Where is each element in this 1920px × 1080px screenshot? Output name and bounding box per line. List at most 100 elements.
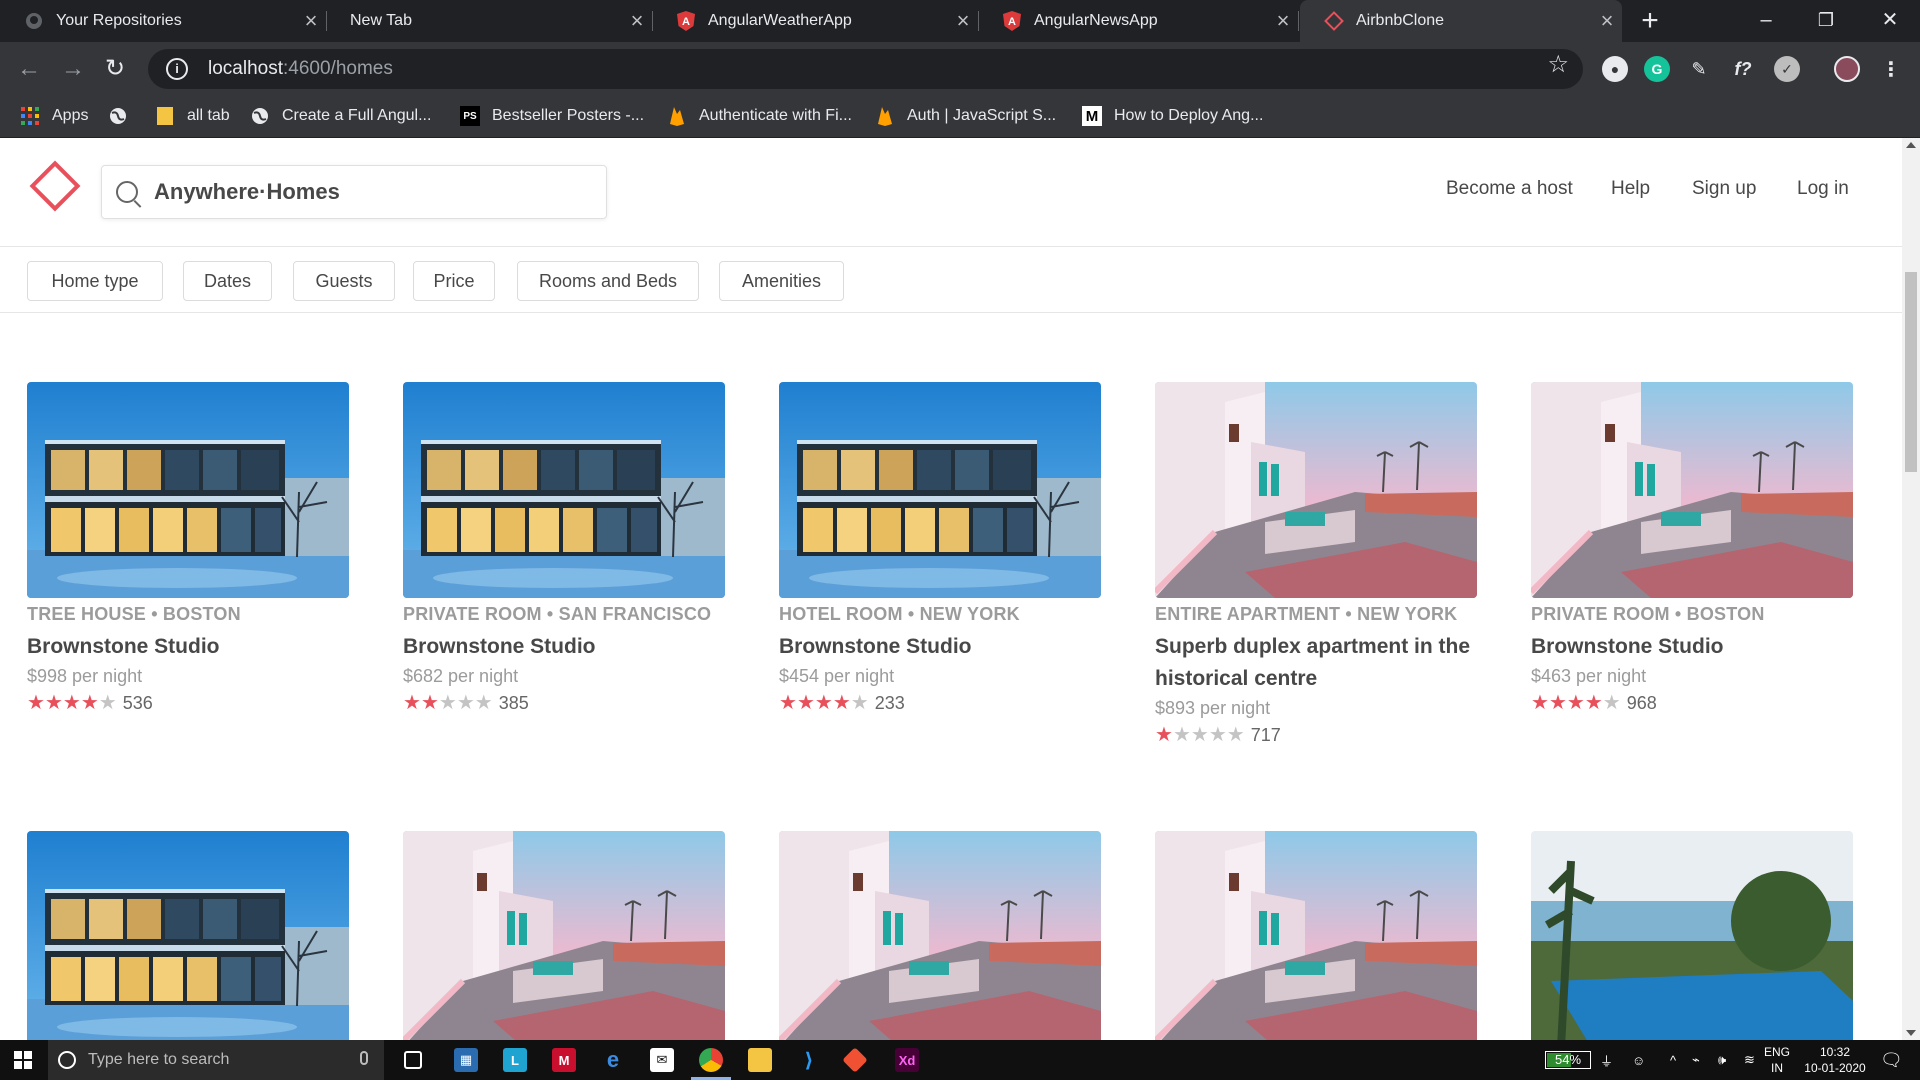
scrollbar-thumb[interactable]	[1905, 272, 1917, 472]
listing-card[interactable]: ENTIRE APARTMENT • NEW YORK Superb duplex…	[1155, 382, 1477, 749]
power-plug-icon[interactable]: ⏚	[1600, 1040, 1613, 1080]
mcafee-icon[interactable]: M	[552, 1048, 576, 1072]
volume-icon[interactable]: 🕪	[1718, 1040, 1726, 1080]
browser-menu-icon[interactable]: ⋮	[1878, 56, 1904, 82]
listing-title[interactable]: Brownstone Studio	[779, 631, 1101, 663]
microphone-icon[interactable]	[360, 1051, 368, 1065]
search-bar[interactable]: Anywhere·Homes	[101, 165, 607, 219]
listing-card[interactable]	[1531, 831, 1853, 1040]
listing-photo[interactable]	[779, 831, 1101, 1040]
forward-button[interactable]: →	[56, 52, 90, 86]
tab-new-tab[interactable]: New Tab ×	[326, 0, 653, 42]
tab-angular-weather-app[interactable]: A AngularWeatherApp ×	[652, 0, 979, 42]
listing-photo[interactable]	[403, 831, 725, 1040]
l-app-icon[interactable]: L	[503, 1048, 527, 1072]
filter-home-type[interactable]: Home type	[27, 261, 163, 301]
extension-icon[interactable]: ✓	[1774, 56, 1800, 82]
listing-title[interactable]: Superb duplex apartment in the historica…	[1155, 631, 1477, 695]
back-button[interactable]: ←	[12, 52, 46, 86]
scroll-down-arrow-icon[interactable]	[1906, 1030, 1916, 1036]
show-hidden-icons-icon[interactable]: ^	[1670, 1040, 1676, 1080]
tab-your-repositories[interactable]: Your Repositories ×	[0, 0, 327, 42]
bookmark-create-angular[interactable]: Create a Full Angul...	[250, 96, 431, 136]
profile-avatar[interactable]	[1834, 56, 1860, 82]
close-tab-icon[interactable]: ×	[622, 8, 652, 34]
file-explorer-icon[interactable]	[748, 1048, 772, 1072]
battery-indicator[interactable]: 54%	[1545, 1051, 1591, 1069]
listing-photo[interactable]	[1155, 382, 1477, 598]
close-tab-icon[interactable]: ×	[948, 8, 978, 34]
close-tab-icon[interactable]: ×	[1592, 8, 1622, 34]
tab-airbnb-clone[interactable]: AirbnbClone ×	[1300, 0, 1622, 42]
listing-card[interactable]: PRIVATE ROOM • BOSTON Brownstone Studio $4…	[1531, 382, 1853, 717]
taskbar-search-box[interactable]: Type here to search	[48, 1040, 384, 1080]
scroll-up-arrow-icon[interactable]	[1906, 142, 1916, 148]
listing-photo[interactable]	[1531, 382, 1853, 598]
close-tab-icon[interactable]: ×	[296, 8, 326, 34]
listing-card[interactable]: PRIVATE ROOM • SAN FRANCISCO Brownstone S…	[403, 382, 725, 717]
grammarly-icon[interactable]: G	[1644, 56, 1670, 82]
bookmark-star-icon[interactable]: ☆	[1547, 53, 1569, 77]
notifications-icon[interactable]: 🗨	[1880, 1040, 1903, 1080]
reload-button[interactable]: ↻	[98, 52, 132, 86]
nav-become-a-host[interactable]: Become a host	[1446, 178, 1573, 200]
listing-title[interactable]: Brownstone Studio	[1531, 631, 1853, 663]
bookmark-bestseller-posters[interactable]: PS Bestseller Posters -...	[460, 96, 644, 136]
bookmark-all-tab[interactable]: all tab	[155, 96, 230, 136]
task-view-icon[interactable]	[404, 1051, 422, 1069]
listing-card[interactable]	[779, 831, 1101, 1040]
listing-card[interactable]	[403, 831, 725, 1040]
store-icon[interactable]: ▦	[454, 1048, 478, 1072]
tab-angular-news-app[interactable]: A AngularNewsApp ×	[978, 0, 1299, 42]
nav-log-in[interactable]: Log in	[1797, 178, 1849, 200]
filter-rooms-and-beds[interactable]: Rooms and Beds	[517, 261, 699, 301]
formula-extension-icon[interactable]: f?	[1730, 56, 1756, 82]
close-window-button[interactable]: ✕	[1860, 0, 1920, 42]
bookmark-globe[interactable]	[108, 96, 140, 136]
bookmark-deploy-angular[interactable]: M How to Deploy Ang...	[1082, 96, 1263, 136]
minimize-window-button[interactable]: –	[1736, 0, 1796, 42]
filter-price[interactable]: Price	[413, 261, 495, 301]
filter-dates[interactable]: Dates	[183, 261, 272, 301]
close-tab-icon[interactable]: ×	[1268, 8, 1298, 34]
vscode-icon[interactable]: ⟩	[797, 1048, 821, 1072]
chrome-icon[interactable]	[699, 1048, 723, 1072]
mail-icon[interactable]: ✉	[650, 1048, 674, 1072]
git-icon[interactable]	[842, 1047, 868, 1073]
restore-window-button[interactable]: ❐	[1796, 0, 1856, 42]
wifi-icon[interactable]: ≋	[1744, 1040, 1755, 1080]
pen-extension-icon[interactable]: ✎	[1686, 56, 1712, 82]
bookmark-auth-javascript[interactable]: Auth | JavaScript S...	[875, 96, 1056, 136]
nav-sign-up[interactable]: Sign up	[1692, 178, 1756, 200]
page-scrollbar[interactable]	[1902, 138, 1920, 1040]
logo-icon[interactable]	[29, 160, 81, 212]
filter-guests[interactable]: Guests	[293, 261, 395, 301]
site-info-icon[interactable]: i	[166, 58, 188, 80]
listing-photo[interactable]	[1531, 831, 1853, 1040]
listing-photo[interactable]	[403, 382, 725, 598]
new-tab-button[interactable]: +	[1633, 4, 1667, 38]
address-bar[interactable]: i localhost :4600/homes ☆	[148, 49, 1583, 89]
listing-title[interactable]: Brownstone Studio	[403, 631, 725, 663]
bookmark-apps[interactable]: Apps	[20, 96, 88, 136]
language-indicator[interactable]: ENG IN	[1762, 1044, 1792, 1076]
listing-card[interactable]	[27, 831, 349, 1040]
listing-photo[interactable]	[27, 382, 349, 598]
nav-help[interactable]: Help	[1611, 178, 1650, 200]
adobe-xd-icon[interactable]: Xd	[895, 1048, 919, 1072]
edge-icon[interactable]: e	[601, 1047, 625, 1072]
extension-icon[interactable]: ●	[1602, 56, 1628, 82]
listing-photo[interactable]	[1155, 831, 1477, 1040]
clock[interactable]: 10:32 10-01-2020	[1800, 1044, 1870, 1076]
bookmark-authenticate-firebase[interactable]: Authenticate with Fi...	[667, 96, 852, 136]
listing-photo[interactable]	[27, 831, 349, 1040]
listing-card[interactable]	[1155, 831, 1477, 1040]
listing-photo[interactable]	[779, 382, 1101, 598]
network-icon[interactable]: ⌁	[1692, 1040, 1700, 1080]
people-icon[interactable]: ☺	[1632, 1040, 1645, 1080]
filter-amenities[interactable]: Amenities	[719, 261, 844, 301]
listing-card[interactable]: HOTEL ROOM • NEW YORK Brownstone Studio $4…	[779, 382, 1101, 717]
windows-start-icon[interactable]	[14, 1051, 32, 1069]
listing-card[interactable]: TREE HOUSE • BOSTON Brownstone Studio $998…	[27, 382, 349, 717]
listing-title[interactable]: Brownstone Studio	[27, 631, 349, 663]
